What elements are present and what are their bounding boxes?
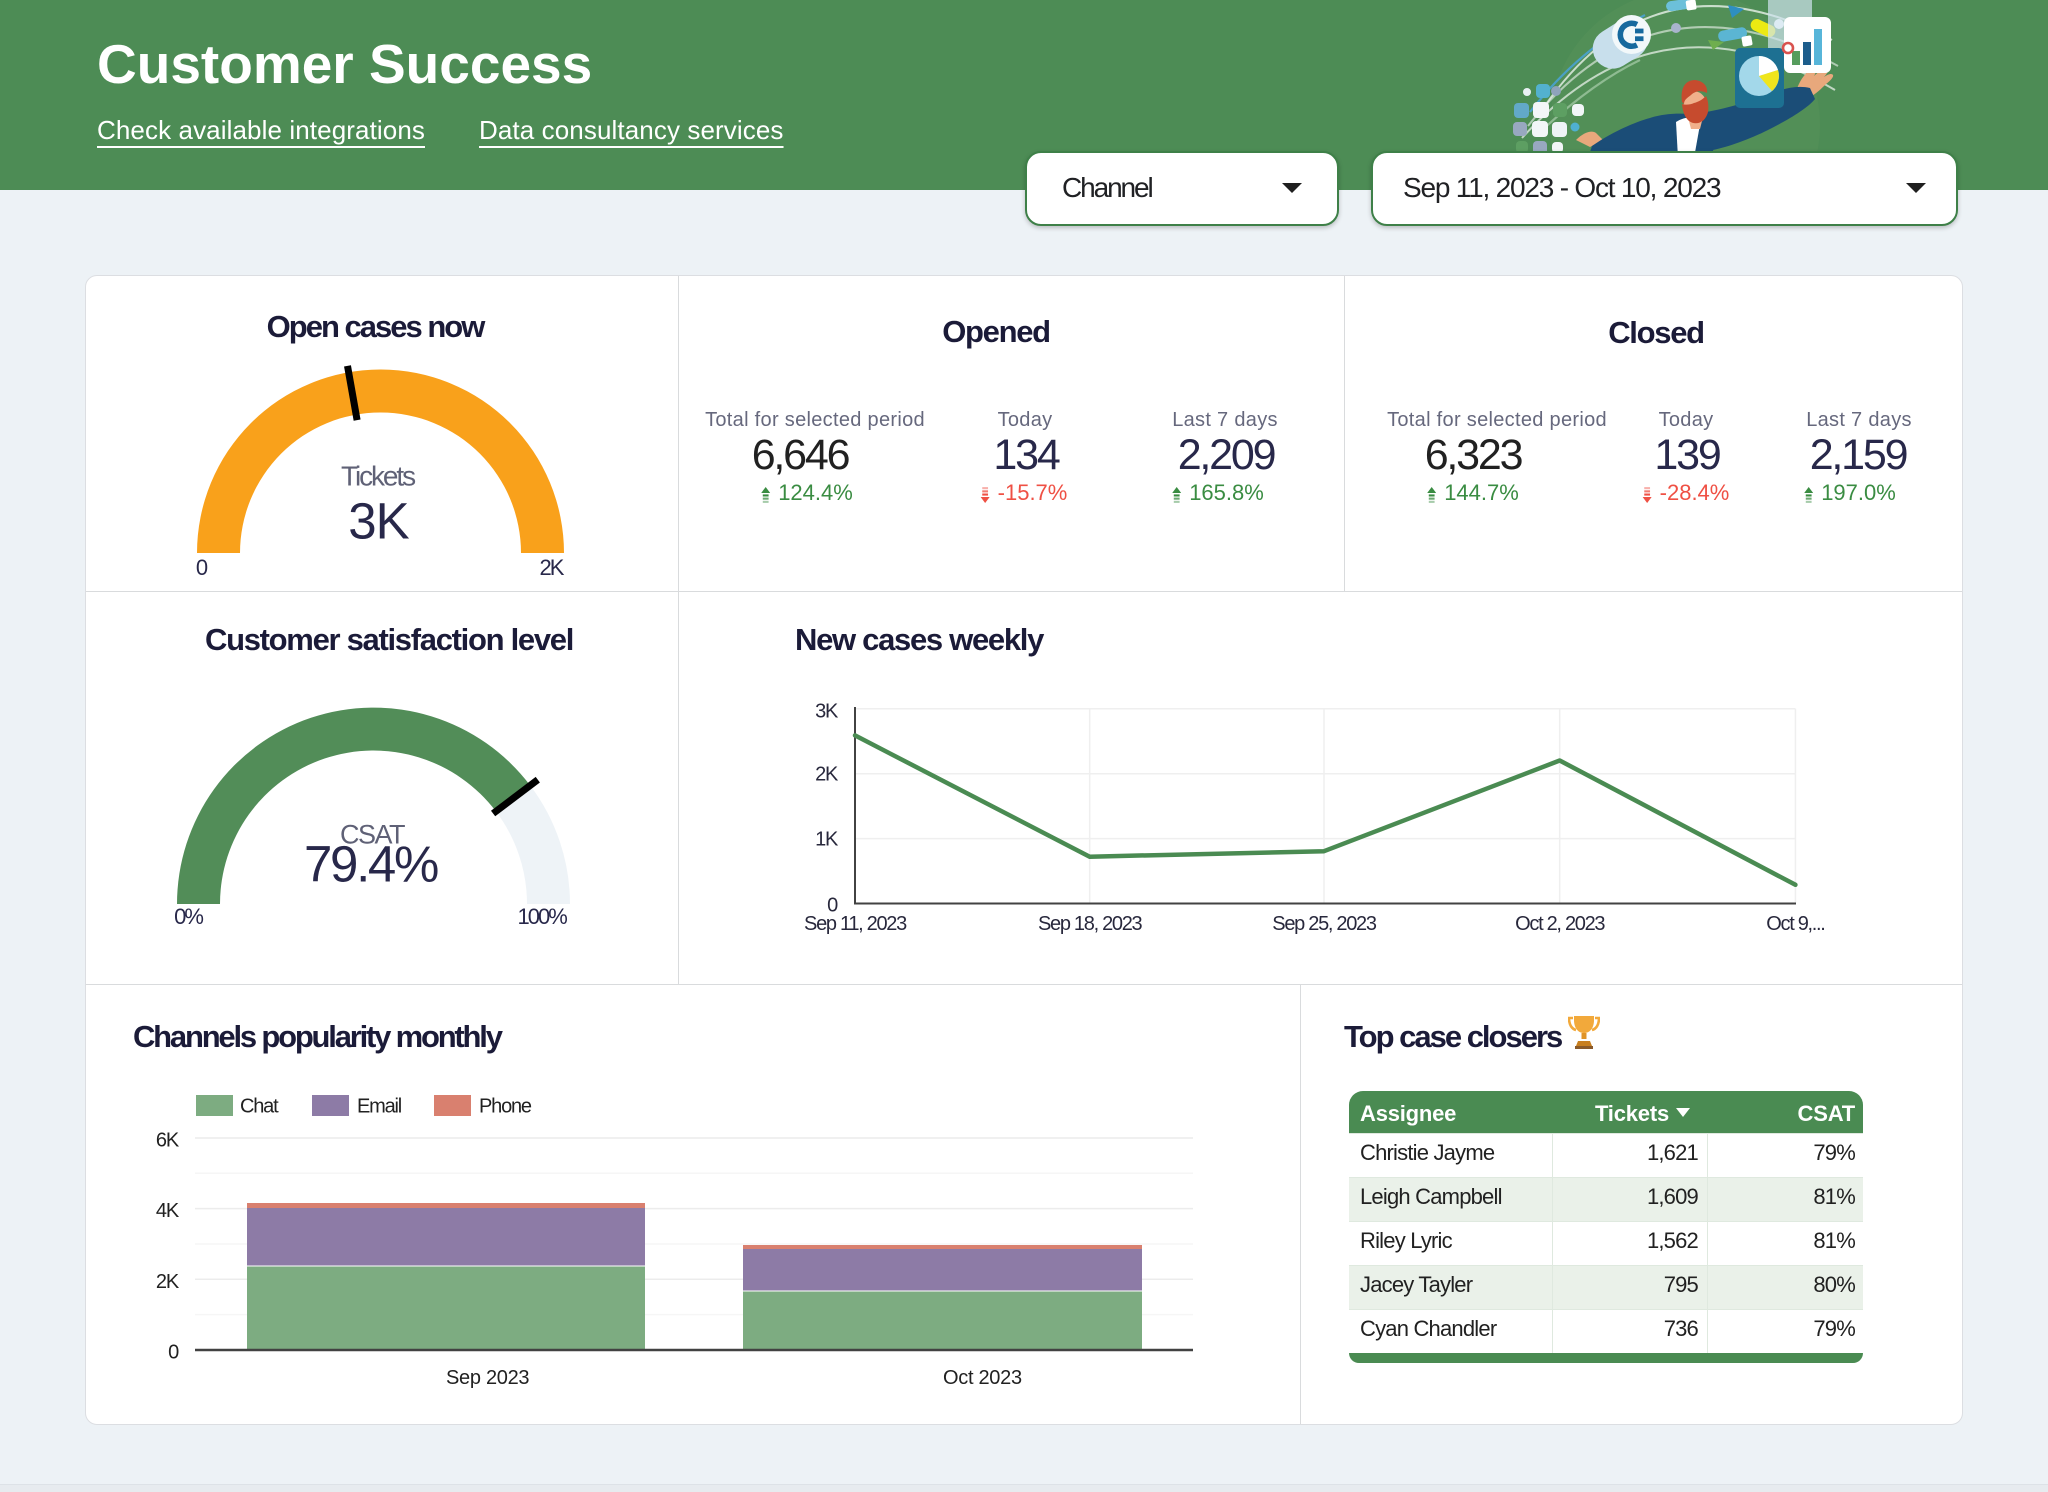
- svg-text:0%: 0%: [174, 904, 203, 929]
- svg-text:Sep 25, 2023: Sep 25, 2023: [1272, 913, 1377, 935]
- svg-text:Phone: Phone: [479, 1096, 532, 1118]
- svg-text:Tickets: Tickets: [341, 461, 415, 492]
- svg-text:Sep 2023: Sep 2023: [446, 1367, 529, 1389]
- svg-text:Chat: Chat: [240, 1096, 279, 1118]
- svg-text:3K: 3K: [815, 700, 839, 722]
- svg-text:Sep 18, 2023: Sep 18, 2023: [1038, 913, 1143, 935]
- svg-text:100%: 100%: [518, 904, 568, 929]
- svg-text:Email: Email: [357, 1096, 402, 1118]
- svg-text:1K: 1K: [815, 829, 839, 851]
- svg-text:2K: 2K: [156, 1271, 180, 1293]
- svg-text:2K: 2K: [815, 764, 839, 786]
- svg-text:Oct 2023: Oct 2023: [943, 1367, 1022, 1389]
- svg-text:Oct 9,...: Oct 9,...: [1766, 913, 1824, 935]
- svg-text:0: 0: [196, 555, 208, 580]
- svg-text:Oct 2, 2023: Oct 2, 2023: [1515, 913, 1605, 935]
- svg-text:6K: 6K: [156, 1130, 180, 1152]
- svg-text:2K: 2K: [540, 555, 565, 580]
- svg-text:0: 0: [168, 1342, 179, 1364]
- svg-text:3K: 3K: [348, 493, 409, 550]
- svg-text:79.4%: 79.4%: [304, 836, 438, 893]
- svg-text:4K: 4K: [156, 1200, 180, 1222]
- svg-text:Sep 11, 2023: Sep 11, 2023: [804, 913, 907, 935]
